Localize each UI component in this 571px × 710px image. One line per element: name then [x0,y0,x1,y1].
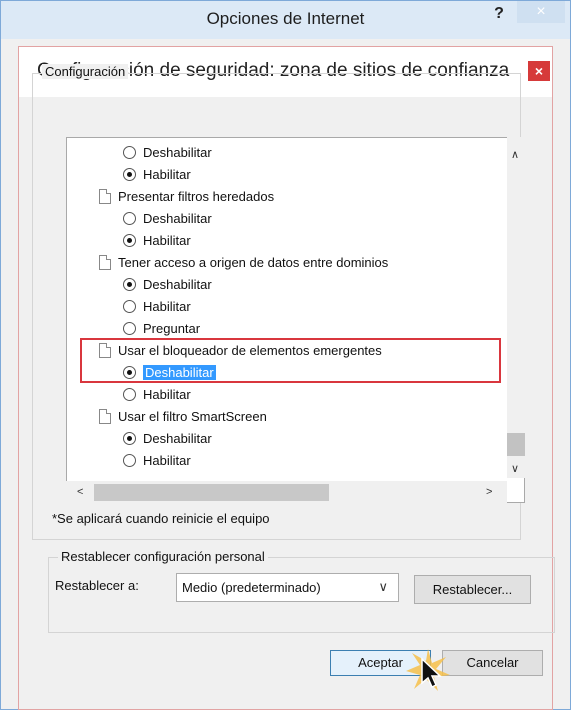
setting-label: Presentar filtros heredados [118,188,275,204]
restart-note: *Se aplicará cuando reinicie el equipo [52,511,270,526]
chevron-down-icon: ∨ [378,579,388,594]
document-icon [99,188,111,204]
setting-option[interactable]: Habilitar [123,163,191,185]
scroll-right-icon[interactable]: > [486,486,492,498]
setting-label: Habilitar [143,386,191,402]
vertical-scroll-thumb[interactable] [507,433,525,456]
outer-close-button[interactable]: × [517,1,565,23]
radio-button[interactable] [123,453,136,467]
setting-option[interactable]: Habilitar [123,383,191,405]
setting-label: Habilitar [143,298,191,314]
document-icon [99,408,111,424]
setting-option[interactable]: Deshabilitar [123,427,212,449]
setting-label: Habilitar [143,232,191,248]
reset-group-label: Restablecer configuración personal [58,549,268,564]
annotation-highlight-box [80,338,501,383]
radio-button[interactable] [123,299,136,313]
reset-level-value: Medio (predeterminado) [182,580,321,595]
setting-option[interactable]: Habilitar [123,229,191,251]
setting-item[interactable]: Presentar filtros heredados [99,185,274,207]
setting-option[interactable]: Preguntar [123,317,200,339]
setting-option[interactable]: Deshabilitar [123,141,212,163]
radio-button[interactable] [123,233,136,247]
radio-button[interactable] [123,277,136,291]
outer-window-title: Opciones de Internet [206,9,365,28]
setting-label: Deshabilitar [143,430,212,446]
reset-button[interactable]: Restablecer... [414,575,531,604]
setting-label: Deshabilitar [143,210,212,226]
reset-level-select[interactable]: Medio (predeterminado) ∨ [176,573,399,602]
settings-listbox[interactable]: Deshabilitar Habilitar Presentar filtros h… [66,137,525,503]
configuration-group-label: Configuración [42,64,129,79]
setting-label: Deshabilitar [143,144,212,160]
reset-to-label: Restablecer a: [55,578,139,593]
scroll-up-icon[interactable]: ∧ [511,148,519,161]
setting-option[interactable]: Habilitar [123,449,191,471]
setting-label: Tener acceso a origen de datos entre dom… [118,254,389,270]
radio-button[interactable] [123,387,136,401]
setting-label: Habilitar [143,452,191,468]
cancel-button[interactable]: Cancelar [442,650,543,676]
setting-label: Habilitar [143,166,191,182]
help-button[interactable]: ? [488,5,510,25]
setting-item[interactable]: Usar el filtro SmartScreen [99,405,267,427]
radio-button[interactable] [123,211,136,225]
radio-button[interactable] [123,167,136,181]
setting-label: Usar el filtro SmartScreen [118,408,267,424]
horizontal-scroll-thumb[interactable] [94,484,329,501]
radio-button[interactable] [123,321,136,335]
setting-item[interactable]: Tener acceso a origen de datos entre dom… [99,251,388,273]
scroll-down-icon[interactable]: ∨ [511,462,519,475]
document-icon [99,254,111,270]
setting-label: Preguntar [143,320,201,336]
scroll-left-icon[interactable]: < [77,486,83,498]
outer-title-bar: Opciones de Internet ? × [1,1,570,39]
setting-option[interactable]: Habilitar [123,295,191,317]
setting-label: Deshabilitar [143,276,212,292]
vertical-scrollbar[interactable] [507,137,525,478]
setting-option[interactable]: Deshabilitar [123,207,212,229]
setting-option[interactable]: Deshabilitar [123,273,212,295]
radio-button[interactable] [123,431,136,445]
dialog-close-button[interactable]: × [528,61,550,81]
radio-button[interactable] [123,145,136,159]
click-cursor-icon [406,649,450,691]
